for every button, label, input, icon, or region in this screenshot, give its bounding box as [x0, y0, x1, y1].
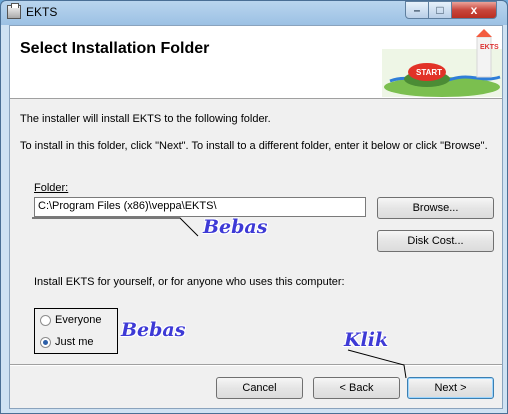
- next-button[interactable]: Next >: [407, 377, 494, 399]
- maximize-button[interactable]: □: [428, 1, 452, 19]
- folder-label: Folder:: [34, 182, 69, 194]
- browse-button[interactable]: Browse...: [377, 197, 494, 219]
- annotation-bebas-folder: Bebas: [203, 216, 268, 238]
- install-for-label: Install EKTS for yourself, or for anyone…: [34, 276, 345, 288]
- title-bar[interactable]: EKTS – □ x: [1, 1, 507, 25]
- radio-just-me-label: Just me: [55, 336, 94, 348]
- folder-path-input[interactable]: C:\Program Files (x86)\veppa\EKTS\: [34, 197, 366, 217]
- page-title: Select Installation Folder: [20, 40, 210, 57]
- install-scope-radio-group: Everyone Just me: [34, 308, 118, 354]
- radio-everyone-circle[interactable]: [40, 314, 51, 326]
- logo-ekts-text: EKTS: [480, 44, 499, 51]
- close-button[interactable]: x: [451, 1, 497, 19]
- dialog-header: Select Installation Folder START EKTS: [10, 26, 502, 99]
- radio-just-me-circle[interactable]: [40, 336, 51, 348]
- installer-icon: [7, 3, 21, 19]
- minimize-button[interactable]: –: [405, 1, 429, 19]
- cancel-button[interactable]: Cancel: [216, 377, 303, 399]
- radio-just-me[interactable]: Just me: [40, 336, 94, 348]
- footer-separator: [10, 364, 502, 365]
- window-title: EKTS: [26, 5, 58, 19]
- logo-start-text: START: [416, 68, 442, 77]
- install-instructions: To install in this folder, click "Next".…: [20, 140, 488, 152]
- disk-cost-button[interactable]: Disk Cost...: [377, 230, 494, 252]
- install-description: The installer will install EKTS to the f…: [20, 113, 271, 125]
- radio-everyone[interactable]: Everyone: [40, 314, 101, 326]
- annotation-klik: Klik: [344, 329, 389, 351]
- installer-window: EKTS – □ x Select Installation Folder ST…: [0, 0, 508, 414]
- start-button-logo: START EKTS: [382, 29, 502, 97]
- annotation-bebas-radio: Bebas: [121, 319, 186, 341]
- radio-everyone-label: Everyone: [55, 314, 102, 326]
- back-button[interactable]: < Back: [313, 377, 400, 399]
